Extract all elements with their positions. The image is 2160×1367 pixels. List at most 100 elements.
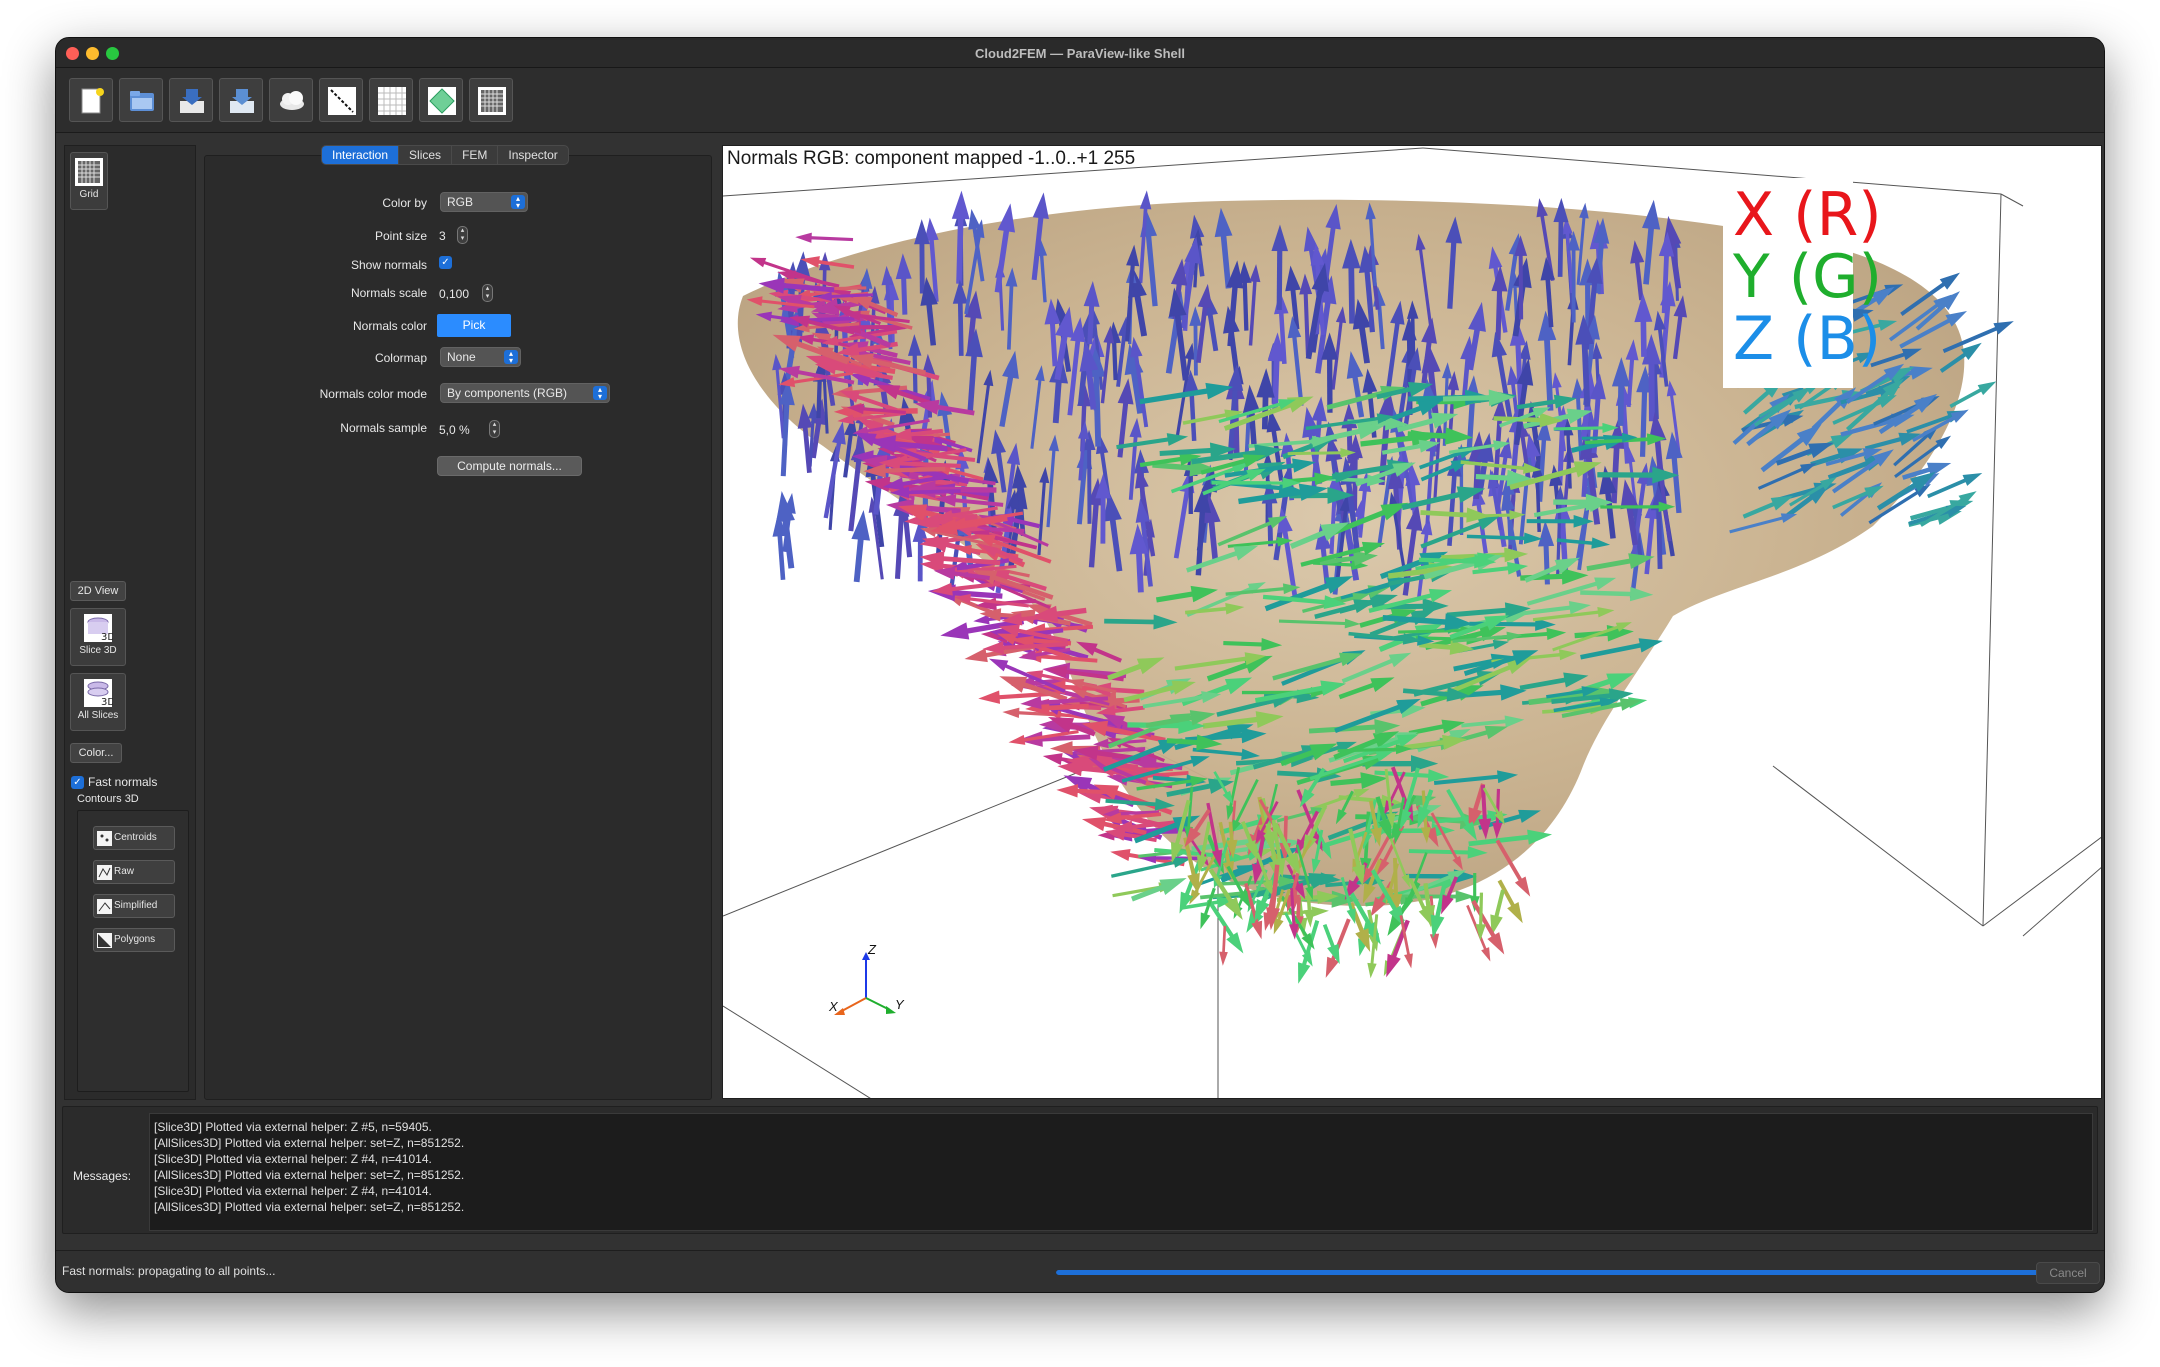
- normal-arrow-head: [1273, 917, 1284, 935]
- polygons-label: Polygons: [114, 934, 156, 945]
- normal-arrow-head: [978, 690, 1001, 704]
- cancel-button[interactable]: Cancel: [2036, 1262, 2100, 1284]
- normal-arrow-head: [1514, 876, 1531, 897]
- messages-area: Messages: [Slice3D] Plotted via external…: [62, 1106, 2098, 1234]
- line-icon: [328, 87, 356, 115]
- slice-3d-button[interactable]: 3D Slice 3D: [70, 608, 126, 666]
- open-folder-icon: [130, 91, 154, 111]
- tab-fem[interactable]: FEM: [452, 146, 499, 164]
- normals-sample-stepper[interactable]: ▴ ▾: [489, 420, 500, 438]
- point-size-stepper[interactable]: ▴ ▾: [457, 226, 468, 244]
- import-mesh-button[interactable]: [219, 78, 263, 122]
- point-size-label: Point size: [374, 229, 427, 243]
- import-cloud-button[interactable]: [169, 78, 213, 122]
- point-size-value[interactable]: 3: [439, 229, 446, 243]
- normal-arrow-head: [1367, 962, 1377, 979]
- normal-arrow-head: [1993, 321, 2014, 335]
- normal-arrow-head: [997, 203, 1016, 233]
- color-by-value: RGB: [447, 195, 474, 209]
- normal-arrow-head: [964, 648, 988, 663]
- cloud-button[interactable]: [269, 78, 313, 122]
- all-slices-button[interactable]: 3D All Slices: [70, 673, 126, 731]
- simplified-button[interactable]: Simplified: [93, 894, 175, 918]
- plane-button[interactable]: [419, 78, 463, 122]
- normals-scale-value[interactable]: 0,100: [439, 287, 469, 301]
- normal-arrow-head: [1002, 707, 1020, 719]
- status-bar: Fast normals: propagating to all points.…: [56, 1250, 2104, 1292]
- log-line: [AllSlices3D] Plotted via external helpe…: [154, 1168, 465, 1182]
- raw-icon: [97, 865, 112, 880]
- raw-label: Raw: [114, 866, 135, 877]
- normals-scale-stepper[interactable]: ▴ ▾: [482, 284, 493, 302]
- new-file-button[interactable]: [69, 78, 113, 122]
- normal-arrow-head: [1429, 933, 1440, 949]
- messages-log[interactable]: [Slice3D] Plotted via external helper: Z…: [149, 1113, 2093, 1231]
- normal-arrow-head: [1200, 912, 1211, 930]
- fast-normals-checkbox[interactable]: ✓: [71, 776, 84, 789]
- normal-arrow-head: [1032, 192, 1049, 220]
- color-button[interactable]: Color...: [70, 743, 122, 763]
- all-slices-label: All Slices: [77, 710, 119, 721]
- normal-arrow-head: [951, 190, 970, 220]
- normal-arrow-head: [1226, 932, 1244, 954]
- simplified-label: Simplified: [114, 900, 158, 911]
- tab-slices[interactable]: Slices: [399, 146, 453, 164]
- line-tool-button[interactable]: [319, 78, 363, 122]
- log-line: [AllSlices3D] Plotted via external helpe…: [154, 1200, 465, 1214]
- normal-arrow-head: [1251, 920, 1263, 940]
- show-normals-checkbox[interactable]: ✓: [439, 256, 452, 269]
- tab-inspector[interactable]: Inspector: [498, 146, 567, 164]
- normals-scale-label: Normals scale: [350, 286, 427, 300]
- title-bar: Cloud2FEM — ParaView-like Shell: [56, 38, 2104, 68]
- normal-arrow-head: [968, 208, 981, 230]
- raw-button[interactable]: Raw: [93, 860, 175, 884]
- chevron-updown-icon: ▴ ▾: [593, 386, 607, 401]
- view-2d-button[interactable]: 2D View: [70, 581, 126, 601]
- open-file-button[interactable]: [119, 78, 163, 122]
- grid-3d-button[interactable]: [369, 78, 413, 122]
- polygons-button[interactable]: Polygons: [93, 928, 175, 952]
- normal-arrow-head: [1219, 951, 1228, 966]
- normals-color-mode-select[interactable]: By components (RGB) ▴ ▾: [440, 383, 610, 403]
- log-line: [Slice3D] Plotted via external helper: Z…: [154, 1184, 432, 1198]
- import-cloud-icon: [180, 89, 204, 113]
- mesh-button[interactable]: [469, 78, 513, 122]
- grid-button[interactable]: Grid: [70, 152, 108, 210]
- status-text: Fast normals: propagating to all points.…: [62, 1264, 276, 1278]
- point-cloud-render: [723, 147, 2101, 1098]
- normal-arrow-head: [1139, 190, 1152, 210]
- normal-arrow-head: [1386, 953, 1401, 978]
- slice-3d-label: Slice 3D: [79, 645, 117, 656]
- main-toolbar: [56, 68, 2104, 133]
- normal-arrow-head: [749, 257, 767, 268]
- normal-arrow-head: [1081, 816, 1107, 832]
- svg-text:3D: 3D: [101, 697, 113, 708]
- chevron-updown-icon: ▴ ▾: [511, 195, 525, 210]
- centroids-button[interactable]: Centroids: [93, 826, 175, 850]
- normal-arrow-head: [988, 658, 1009, 672]
- color-by-label: Color by: [382, 196, 427, 210]
- left-sidebar: Grid 2D View 3D Slice 3D 3D All Slices C…: [64, 145, 196, 1100]
- tab-interaction[interactable]: Interaction: [322, 146, 400, 164]
- show-normals-label: Show normals: [350, 258, 427, 272]
- polygons-icon: [97, 933, 112, 948]
- normals-color-pick-button[interactable]: Pick: [437, 314, 511, 337]
- colormap-label: Colormap: [374, 351, 427, 365]
- normals-color-mode-label: Normals color mode: [319, 387, 427, 401]
- normal-arrow-head: [1298, 962, 1311, 984]
- axis-z-label: Z: [868, 942, 876, 957]
- normals-color-mode-value: By components (RGB): [447, 386, 568, 400]
- progress-bar: [1056, 1270, 2041, 1275]
- grid-icon: [75, 158, 103, 186]
- normal-arrow-head: [1977, 381, 1997, 396]
- color-by-select[interactable]: RGB ▴ ▾: [440, 192, 528, 212]
- normals-sample-value[interactable]: 5,0 %: [439, 423, 470, 437]
- fast-normals-label: Fast normals: [88, 775, 158, 789]
- log-line: [Slice3D] Plotted via external helper: Z…: [154, 1120, 432, 1134]
- compute-normals-button[interactable]: Compute normals...: [437, 456, 582, 476]
- centroids-icon: [97, 831, 112, 846]
- svg-text:3D: 3D: [101, 632, 113, 643]
- progress-fill: [1056, 1270, 2041, 1275]
- 3d-viewport[interactable]: Normals RGB: component mapped -1..0..+1 …: [722, 145, 2102, 1099]
- colormap-select[interactable]: None ▴ ▾: [440, 347, 521, 367]
